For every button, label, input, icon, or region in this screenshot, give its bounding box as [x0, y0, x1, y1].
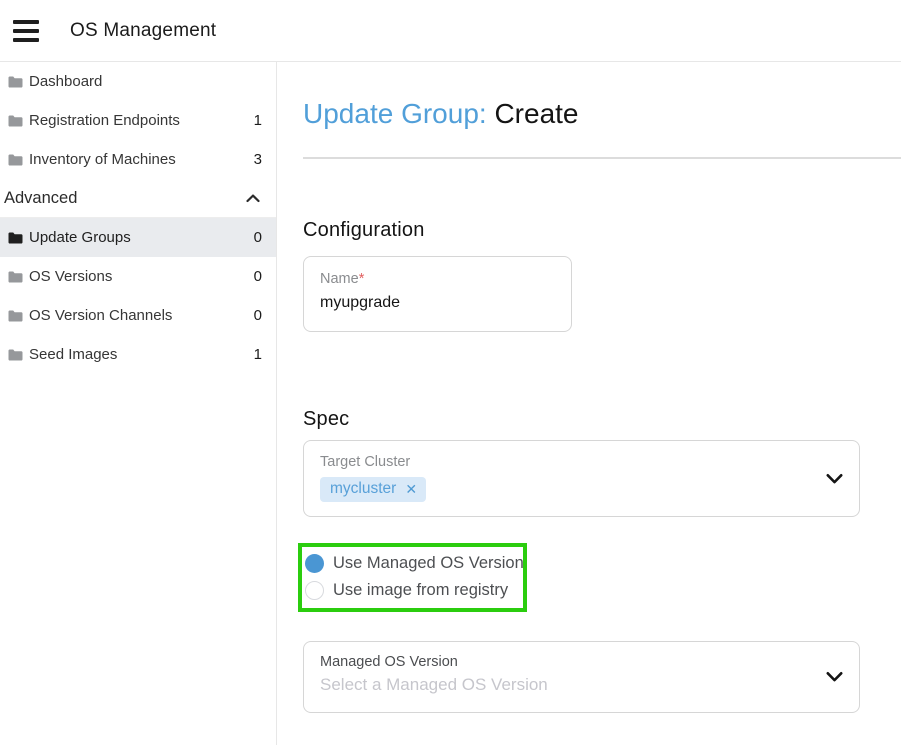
sidebar-item-label: Seed Images — [29, 346, 117, 363]
radio-use-image-from-registry[interactable]: Use image from registry — [305, 578, 517, 602]
sidebar-item-count: 0 — [254, 307, 262, 324]
cluster-chip[interactable]: mycluster ✕ — [320, 477, 426, 502]
menu-icon[interactable] — [13, 20, 39, 42]
page-title: Update Group: Create — [303, 95, 860, 133]
chevron-down-icon — [826, 672, 843, 683]
sidebar-item-dashboard[interactable]: Dashboard — [0, 62, 276, 101]
chevron-down-icon — [826, 473, 843, 484]
folder-icon — [8, 310, 23, 322]
chevron-up-icon — [246, 194, 260, 203]
sidebar-item-seed-images[interactable]: Seed Images 1 — [0, 335, 276, 374]
sidebar-item-label: OS Version Channels — [29, 307, 172, 324]
sidebar-item-inventory-of-machines[interactable]: Inventory of Machines 3 — [0, 140, 276, 179]
radio-use-managed-os-version[interactable]: Use Managed OS Version — [305, 551, 517, 575]
sidebar-item-label: Dashboard — [29, 73, 102, 90]
sidebar-item-os-version-channels[interactable]: OS Version Channels 0 — [0, 296, 276, 335]
radio-unselected-icon[interactable] — [305, 581, 324, 600]
sidebar-item-count: 3 — [254, 151, 262, 168]
target-cluster-select[interactable]: Target Cluster mycluster ✕ — [303, 440, 860, 517]
radio-label: Use Managed OS Version — [333, 554, 524, 573]
sidebar-item-os-versions[interactable]: OS Versions 0 — [0, 257, 276, 296]
managed-os-version-select[interactable]: Managed OS Version Select a Managed OS V… — [303, 641, 860, 713]
sidebar: Dashboard Registration Endpoints 1 Inven… — [0, 62, 277, 745]
folder-icon — [8, 271, 23, 283]
app-title: OS Management — [70, 20, 216, 42]
name-field[interactable]: Name* myupgrade — [303, 256, 572, 332]
sidebar-section-advanced[interactable]: Advanced — [0, 179, 276, 218]
radio-label: Use image from registry — [333, 581, 508, 600]
sidebar-item-update-groups[interactable]: Update Groups 0 — [0, 218, 276, 257]
sidebar-item-count: 0 — [254, 268, 262, 285]
page-title-prefix: Update Group: — [303, 98, 487, 129]
sidebar-item-registration-endpoints[interactable]: Registration Endpoints 1 — [0, 101, 276, 140]
configuration-heading: Configuration — [303, 219, 860, 242]
title-divider — [303, 157, 901, 159]
chip-close-icon[interactable]: ✕ — [405, 481, 417, 498]
managed-os-version-label: Managed OS Version — [320, 654, 815, 670]
target-cluster-label: Target Cluster — [320, 454, 815, 470]
app-header: OS Management — [0, 0, 901, 62]
page-title-suffix: Create — [494, 98, 578, 129]
sidebar-item-label: Registration Endpoints — [29, 112, 180, 129]
folder-icon — [8, 115, 23, 127]
cluster-chip-label: mycluster — [330, 480, 396, 498]
radio-selected-icon[interactable] — [305, 554, 324, 573]
folder-icon — [8, 232, 23, 244]
sidebar-item-label: OS Versions — [29, 268, 112, 285]
name-field-value: myupgrade — [320, 294, 555, 312]
sidebar-item-count: 1 — [254, 112, 262, 129]
sidebar-item-count: 0 — [254, 229, 262, 246]
name-field-label: Name* — [320, 271, 555, 287]
folder-icon — [8, 349, 23, 361]
required-asterisk: * — [359, 271, 365, 287]
folder-icon — [8, 154, 23, 166]
spec-heading: Spec — [303, 408, 860, 431]
sidebar-section-label: Advanced — [4, 189, 77, 208]
folder-icon — [8, 76, 23, 88]
annotation-highlight-box: Use Managed OS Version Use image from re… — [298, 543, 527, 612]
managed-os-version-placeholder: Select a Managed OS Version — [320, 675, 815, 695]
main-panel: Update Group: Create Configuration Name*… — [277, 62, 901, 745]
sidebar-item-count: 1 — [254, 346, 262, 363]
sidebar-item-label: Inventory of Machines — [29, 151, 176, 168]
sidebar-item-label: Update Groups — [29, 229, 131, 246]
